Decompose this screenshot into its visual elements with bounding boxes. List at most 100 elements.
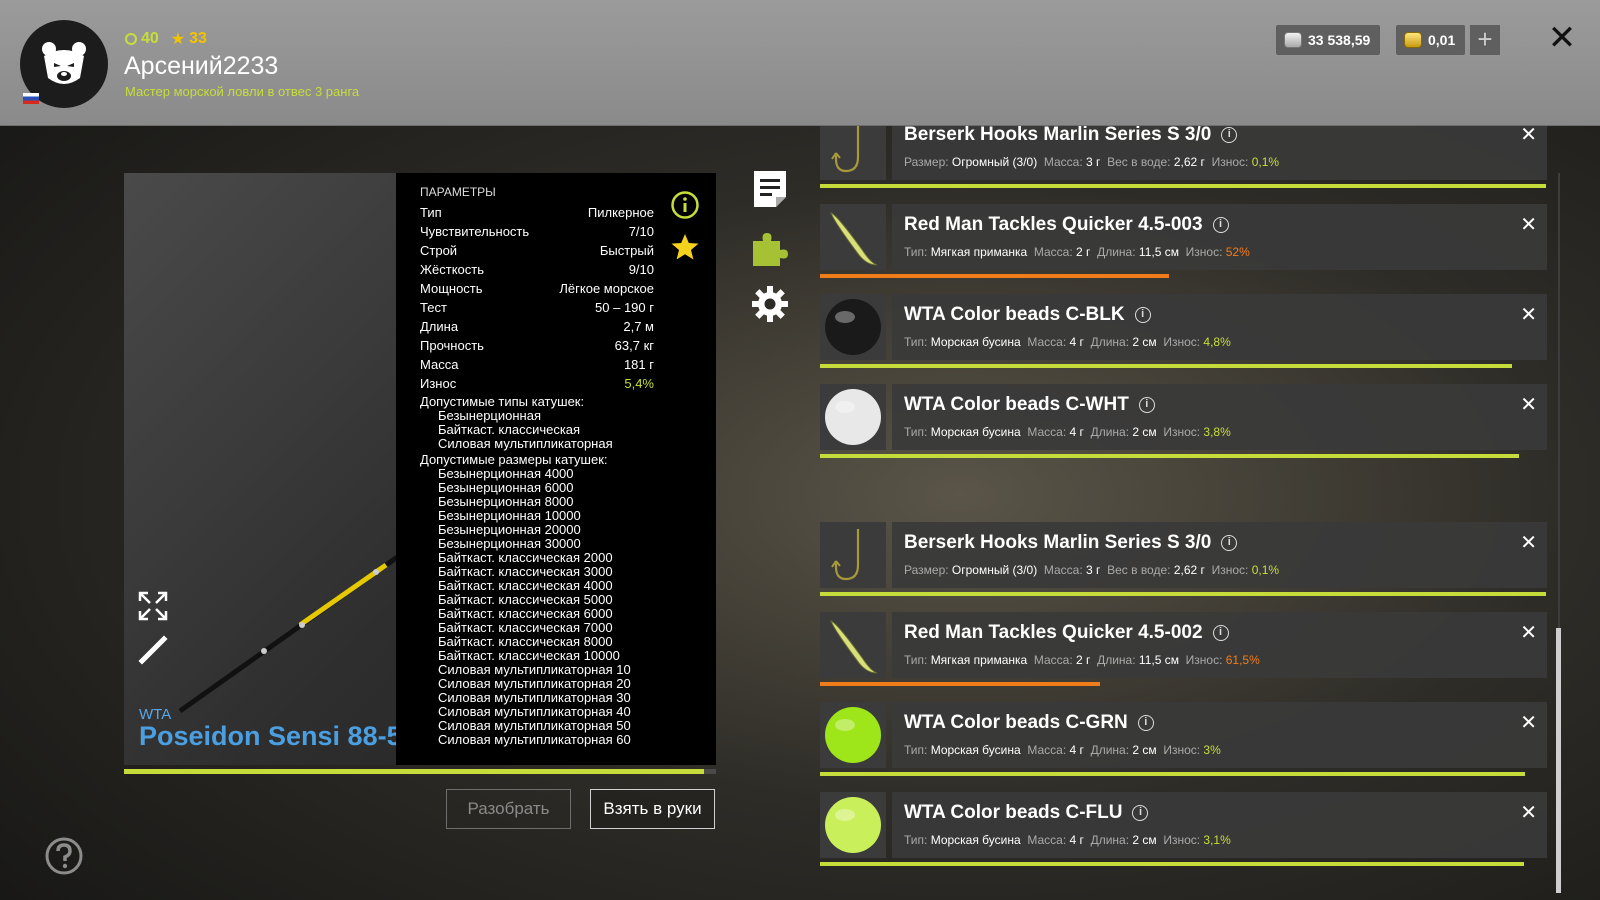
expand-icon[interactable] [138,591,168,621]
hook-icon [831,529,860,581]
bead-icon [825,299,881,355]
add-currency-button[interactable]: + [1470,25,1500,55]
detail-value: 2,62 г [1173,563,1205,577]
item-name: Red Man Tackles Quicker 4.5-002 [904,622,1203,643]
item-card[interactable]: Berserk Hooks Marlin Series S 3/0 i Размер… [892,522,1547,588]
item-details: Размер: Огромный (3/0) Масса: 3 г Вес в … [904,155,1279,169]
info-icon[interactable]: i [1212,625,1229,641]
silver-coin-icon [1284,32,1302,48]
bead-icon [825,797,881,853]
notes-icon[interactable] [750,169,790,209]
puzzle-icon[interactable] [750,228,790,268]
detail-value: 2 см [1132,425,1157,439]
item-wear-bar [820,772,1547,776]
item-card[interactable]: WTA Color beads C-BLK i Тип: Морская бусин… [892,294,1547,360]
tackle-item[interactable]: Berserk Hooks Marlin Series S 3/0 i Размер… [820,522,1547,600]
level-badge: 40 [125,29,159,49]
info-icon[interactable]: i [1134,307,1151,323]
disassemble-button[interactable]: Разобрать [446,789,571,829]
silver-value: 33 538,59 [1308,32,1371,48]
remove-item-icon[interactable]: ✕ [1520,212,1537,237]
tackle-item[interactable]: Red Man Tackles Quicker 4.5-003 i Тип: Мяг… [820,204,1547,282]
item-card[interactable]: WTA Color beads C-GRN i Тип: Морская бусин… [892,702,1547,768]
item-list-scroll-thumb[interactable] [1556,628,1561,893]
detail-label: Масса: [1027,425,1067,439]
help-icon[interactable] [44,836,84,876]
param-row: Тест 50 – 190 г [420,298,694,317]
item-wear-bar [820,364,1547,368]
detail-label: Тип: [904,653,928,667]
info-icon[interactable]: i [1221,535,1238,551]
detail-label: Масса: [1033,245,1073,259]
item-wear-fill [820,862,1525,866]
remove-item-icon[interactable]: ✕ [1520,620,1537,645]
param-value: 9/10 [628,262,654,277]
tackle-item[interactable]: WTA Color beads C-FLU i Тип: Морская бусин… [820,792,1547,870]
reel-sizes-title: Допустимые размеры катушек: [420,452,608,467]
gear-icon[interactable] [750,284,790,324]
detail-value: Огромный (3/0) [951,563,1038,577]
detail-label: Износ: [1163,833,1201,847]
item-details: Тип: Мягкая приманка Масса: 2 г Длина: 1… [904,245,1250,259]
info-icon[interactable] [670,190,700,220]
item-wear-fill [820,454,1520,458]
take-in-hands-button[interactable]: Взять в руки [590,789,715,829]
remove-item-icon[interactable]: ✕ [1520,392,1537,417]
stars-value: 33 [189,30,207,47]
item-details: Тип: Морская бусина Масса: 4 г Длина: 2 … [904,425,1231,439]
item-card[interactable]: Red Man Tackles Quicker 4.5-002 i Тип: Мяг… [892,612,1547,678]
param-value: 50 – 190 г [595,300,654,315]
soft-lure-icon [830,620,878,674]
item-card[interactable]: Berserk Hooks Marlin Series S 3/0 i Размер… [892,126,1547,180]
tackle-item[interactable]: Red Man Tackles Quicker 4.5-002 i Тип: Мяг… [820,612,1547,690]
star-icon: ★ [170,31,186,48]
item-name: WTA Color beads C-WHT [904,394,1129,415]
tackle-item[interactable]: WTA Color beads C-GRN i Тип: Морская бусин… [820,702,1547,780]
remove-item-icon[interactable]: ✕ [1520,710,1537,735]
detail-label: Длина: [1090,335,1130,349]
param-row: Мощность Лёгкое морское [420,279,694,298]
reel-size-item: Байткаст. классическая 7000 [438,620,613,635]
info-icon[interactable]: i [1138,397,1155,413]
item-card[interactable]: Red Man Tackles Quicker 4.5-003 i Тип: Мяг… [892,204,1547,270]
info-icon[interactable]: i [1132,805,1149,821]
param-value: 5,4% [624,376,654,391]
param-row: Длина 2,7 м [420,317,694,336]
gold-coin-icon [1404,32,1422,48]
param-label: Масса [420,357,459,372]
info-icon[interactable]: i [1212,217,1229,233]
info-icon[interactable]: i [1137,715,1154,731]
reel-size-item: Безынерционная 8000 [438,494,574,509]
item-name-row: Berserk Hooks Marlin Series S 3/0 i [904,126,1238,146]
param-label: Прочность [420,338,484,353]
reel-size-item: Силовая мультипликаторная 30 [438,690,631,705]
reel-size-item: Байткаст. классическая 10000 [438,648,620,663]
item-card[interactable]: WTA Color beads C-FLU i Тип: Морская бусин… [892,792,1547,858]
reel-size-item: Силовая мультипликаторная 60 [438,732,631,747]
remove-item-icon[interactable]: ✕ [1520,302,1537,327]
tackle-item[interactable]: WTA Color beads C-BLK i Тип: Морская бусин… [820,294,1547,372]
detail-label: Тип: [904,425,928,439]
reel-size-item: Силовая мультипликаторная 50 [438,718,631,733]
param-row: Тип Пилкерное [420,203,694,222]
detail-value: Мягкая приманка [930,653,1028,667]
close-icon[interactable]: ✕ [1546,21,1578,55]
item-card[interactable]: WTA Color beads C-WHT i Тип: Морская бусин… [892,384,1547,450]
rod-wear-fill [124,769,705,774]
pencil-icon[interactable] [138,635,168,665]
detail-value: 3 г [1086,563,1101,577]
info-icon[interactable]: i [1221,127,1238,143]
reel-size-item: Байткаст. классическая 5000 [438,592,613,607]
reel-size-item: Силовая мультипликаторная 20 [438,676,631,691]
item-wear-fill [820,364,1513,368]
param-row: Прочность 63,7 кг [420,336,694,355]
tackle-item[interactable]: Berserk Hooks Marlin Series S 3/0 i Размер… [820,126,1547,192]
favorite-star-icon[interactable] [670,232,700,262]
param-value: Пилкерное [587,205,654,220]
item-details: Размер: Огромный (3/0) Масса: 3 г Вес в … [904,563,1279,577]
item-wear-fill [820,592,1547,596]
tackle-item[interactable]: WTA Color beads C-WHT i Тип: Морская бусин… [820,384,1547,462]
remove-item-icon[interactable]: ✕ [1520,530,1537,555]
remove-item-icon[interactable]: ✕ [1520,126,1537,147]
remove-item-icon[interactable]: ✕ [1520,800,1537,825]
